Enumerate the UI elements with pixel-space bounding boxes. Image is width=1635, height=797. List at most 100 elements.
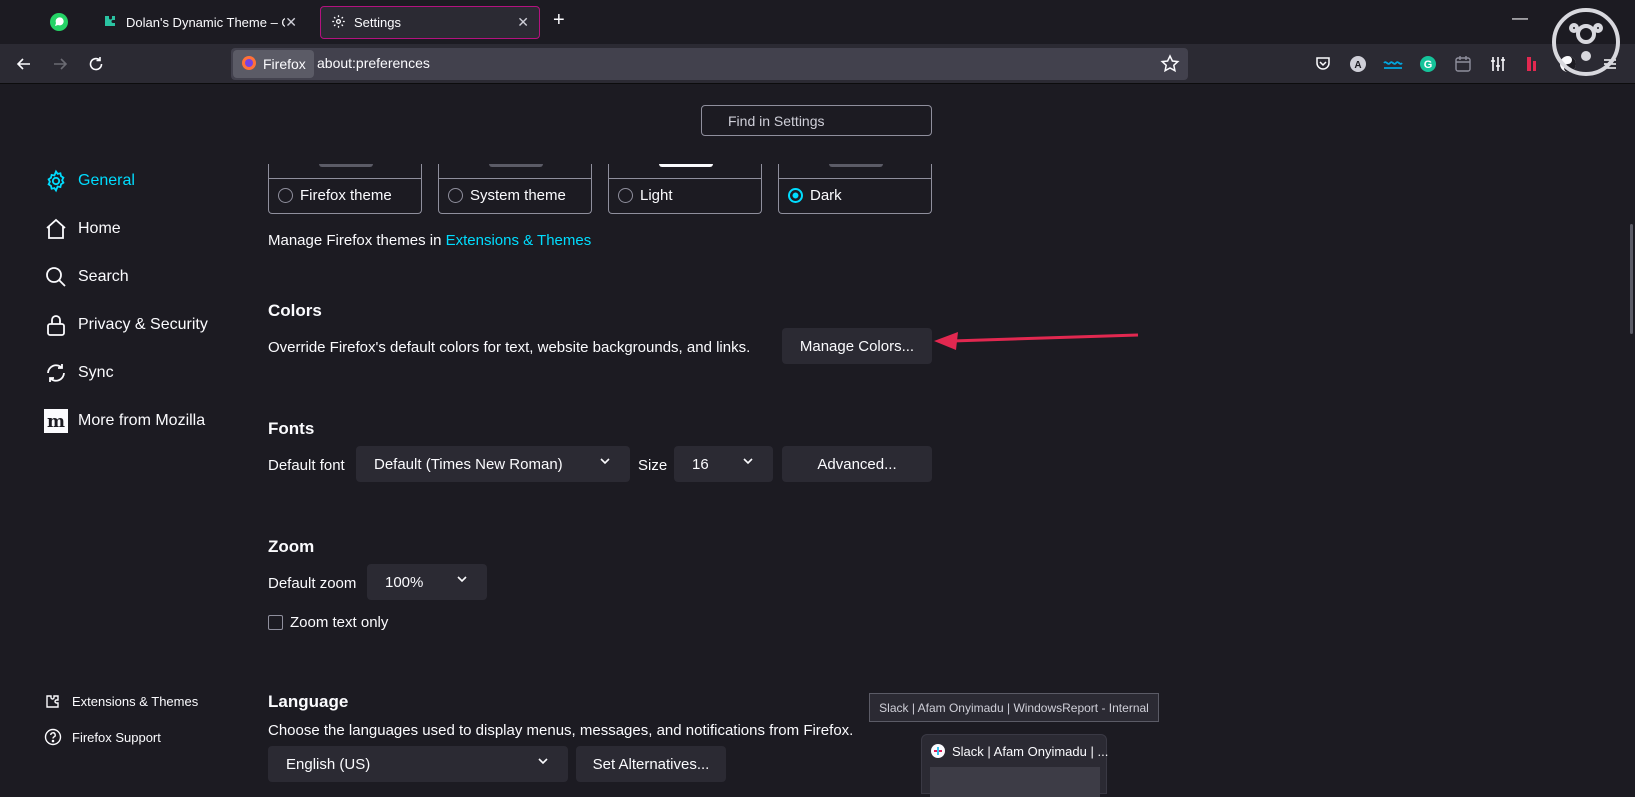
colors-description: Override Firefox's default colors for te… bbox=[268, 339, 751, 356]
theme-card-firefox[interactable]: Firefox theme bbox=[268, 164, 422, 214]
theme-label: Firefox theme bbox=[300, 187, 392, 204]
search-input[interactable] bbox=[701, 105, 932, 136]
home-icon bbox=[46, 218, 66, 239]
tab-title: Dolan's Dynamic Theme – Get this bbox=[126, 15, 285, 30]
tab-settings[interactable]: Settings ✕ bbox=[320, 6, 540, 39]
category-label: Sync bbox=[78, 364, 114, 381]
sliders-icon[interactable] bbox=[1488, 54, 1508, 74]
category-home[interactable]: Home bbox=[44, 215, 121, 243]
zoom-text-only-checkbox[interactable]: Zoom text only bbox=[268, 614, 388, 631]
url-text[interactable]: about:preferences bbox=[317, 55, 430, 71]
manage-themes-text: Manage Firefox themes in Extensions & Th… bbox=[268, 232, 591, 249]
category-label: Home bbox=[78, 220, 121, 237]
pocket-icon[interactable] bbox=[1313, 54, 1333, 74]
url-bar[interactable]: Firefox about:preferences bbox=[231, 48, 1188, 80]
forward-button[interactable] bbox=[48, 52, 72, 76]
help-icon bbox=[44, 728, 62, 746]
default-zoom-label: Default zoom bbox=[268, 575, 357, 592]
annotation-arrow-icon bbox=[934, 332, 1139, 350]
theme-card-system[interactable]: System theme bbox=[438, 164, 592, 214]
gear-icon bbox=[47, 169, 65, 193]
default-zoom-value: 100% bbox=[385, 573, 424, 591]
lock-icon bbox=[47, 315, 65, 336]
theme-label: Dark bbox=[810, 187, 842, 204]
preview-thumbnail bbox=[930, 767, 1100, 797]
gear-icon bbox=[331, 14, 346, 32]
preferences-content: General Home Search Privacy & Security S… bbox=[0, 84, 1635, 797]
bookmark-star-icon[interactable] bbox=[1160, 54, 1180, 78]
reload-button[interactable] bbox=[84, 52, 108, 76]
theme-card-light[interactable]: Light bbox=[608, 164, 762, 214]
radio-button[interactable] bbox=[448, 188, 463, 203]
advanced-fonts-button[interactable]: Advanced... bbox=[782, 446, 932, 482]
slack-icon bbox=[930, 743, 946, 763]
navigation-toolbar: Firefox about:preferences A G bbox=[0, 44, 1635, 84]
category-privacy[interactable]: Privacy & Security bbox=[44, 311, 208, 339]
zoom-heading: Zoom bbox=[268, 537, 315, 556]
category-search[interactable]: Search bbox=[44, 263, 129, 291]
manage-themes-label: Manage Firefox themes in bbox=[268, 232, 442, 249]
scrollbar-thumb[interactable] bbox=[1630, 224, 1633, 334]
back-button[interactable] bbox=[12, 52, 36, 76]
taskbar-tooltip: Slack | Afam Onyimadu | WindowsReport - … bbox=[869, 693, 1159, 722]
radio-button[interactable] bbox=[278, 188, 293, 203]
mozilla-icon: m bbox=[44, 409, 68, 433]
language-heading: Language bbox=[268, 692, 349, 711]
footer-label: Firefox Support bbox=[72, 729, 161, 745]
identity-label: Firefox bbox=[263, 56, 306, 72]
category-sync[interactable]: Sync bbox=[44, 359, 114, 387]
size-label: Size bbox=[638, 457, 668, 474]
language-description: Choose the languages used to display men… bbox=[268, 722, 854, 739]
theme-label: Light bbox=[640, 187, 673, 204]
set-alternatives-button[interactable]: Set Alternatives... bbox=[576, 746, 726, 782]
font-size-value: 16 bbox=[692, 455, 709, 473]
category-label: Privacy & Security bbox=[78, 316, 208, 333]
radio-button-selected[interactable] bbox=[788, 188, 803, 203]
category-mozilla[interactable]: m More from Mozilla bbox=[44, 407, 205, 435]
svg-text:A: A bbox=[1354, 60, 1361, 71]
calendar-icon[interactable] bbox=[1453, 54, 1473, 74]
category-label: More from Mozilla bbox=[78, 412, 206, 429]
chevron-down-icon bbox=[455, 572, 469, 590]
tab-dolan[interactable]: Dolan's Dynamic Theme – Get this ✕ bbox=[92, 6, 307, 39]
new-tab-button[interactable]: + bbox=[553, 9, 565, 32]
footer-extensions-link[interactable]: Extensions & Themes bbox=[44, 692, 198, 710]
whatsapp-icon[interactable] bbox=[49, 12, 69, 32]
theme-label: System theme bbox=[470, 187, 566, 204]
recording-overlay-icon bbox=[1548, 4, 1624, 80]
identity-box[interactable]: Firefox bbox=[233, 50, 314, 78]
tab-title: Settings bbox=[354, 15, 401, 30]
minimize-icon[interactable]: — bbox=[1512, 10, 1528, 28]
tab-strip: Dolan's Dynamic Theme – Get this ✕ Setti… bbox=[0, 0, 1635, 44]
chevron-down-icon bbox=[741, 454, 755, 472]
puzzle-icon bbox=[46, 695, 59, 708]
colors-heading: Colors bbox=[268, 301, 322, 320]
close-icon[interactable]: ✕ bbox=[517, 14, 529, 31]
default-font-label: Default font bbox=[268, 457, 345, 474]
fonts-heading: Fonts bbox=[268, 419, 315, 438]
checkbox[interactable] bbox=[268, 615, 283, 630]
manage-colors-button[interactable]: Manage Colors... bbox=[782, 328, 932, 364]
close-icon[interactable]: ✕ bbox=[285, 14, 297, 31]
category-general[interactable]: General bbox=[44, 167, 135, 195]
language-value: English (US) bbox=[286, 755, 371, 773]
footer-support-link[interactable]: Firefox Support bbox=[44, 728, 161, 746]
wave-extension-icon[interactable] bbox=[1383, 54, 1403, 74]
account-a-icon[interactable]: A bbox=[1348, 54, 1368, 74]
category-label: Search bbox=[78, 268, 129, 285]
theme-card-dark[interactable]: Dark bbox=[778, 164, 932, 214]
default-zoom-select[interactable]: 100% bbox=[367, 564, 487, 600]
language-select[interactable]: English (US) bbox=[268, 746, 568, 782]
footer-label: Extensions & Themes bbox=[72, 693, 199, 709]
chevron-down-icon bbox=[536, 754, 550, 772]
radio-button[interactable] bbox=[618, 188, 633, 203]
font-size-select[interactable]: 16 bbox=[674, 446, 773, 482]
taskbar-preview[interactable]: Slack | Afam Onyimadu | ... bbox=[921, 734, 1108, 797]
grammarly-icon[interactable]: G bbox=[1418, 54, 1438, 74]
default-font-value: Default (Times New Roman) bbox=[374, 455, 563, 473]
bars-extension-icon[interactable] bbox=[1523, 54, 1543, 74]
sync-icon bbox=[47, 364, 65, 382]
default-font-select[interactable]: Default (Times New Roman) bbox=[356, 446, 630, 482]
firefox-logo-icon bbox=[241, 55, 257, 74]
extensions-themes-link[interactable]: Extensions & Themes bbox=[446, 232, 592, 249]
